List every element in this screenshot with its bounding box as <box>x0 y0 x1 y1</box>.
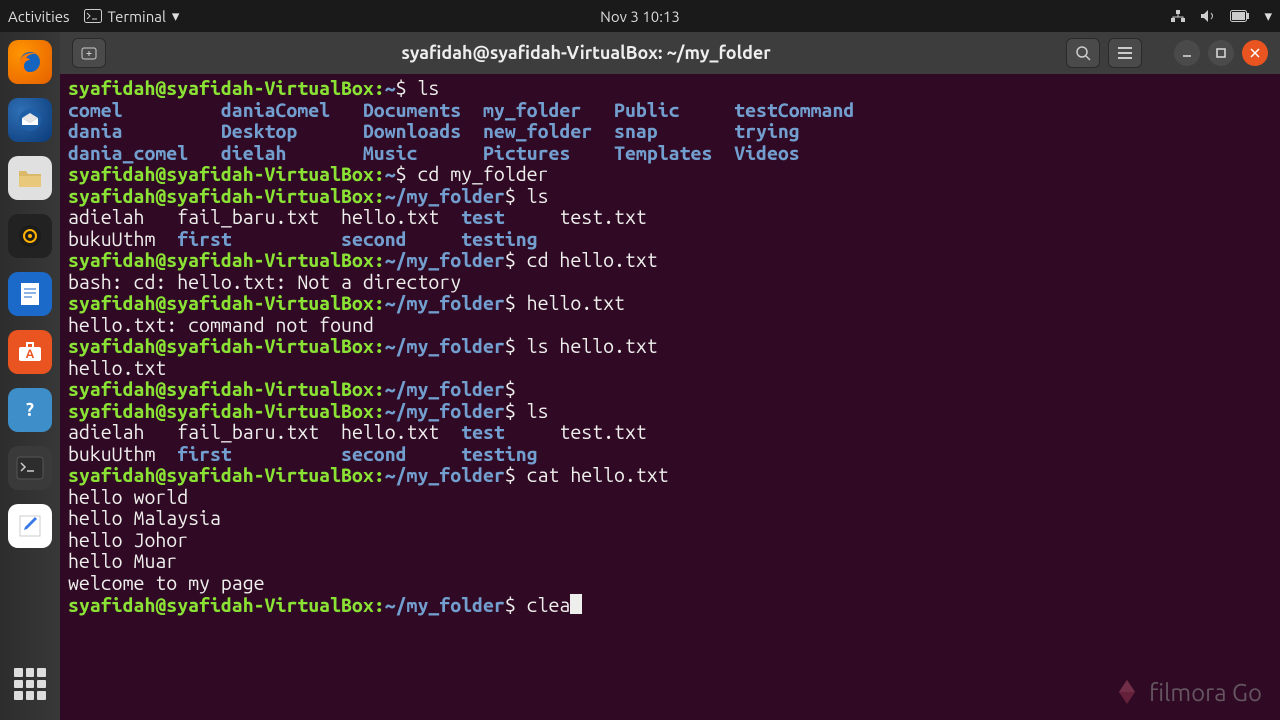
activities-button[interactable]: Activities <box>8 8 70 25</box>
show-applications-icon[interactable] <box>8 662 52 706</box>
search-icon <box>1075 45 1091 61</box>
app-menu[interactable]: Terminal ▾ <box>84 7 180 25</box>
app-menu-label: Terminal <box>108 8 166 25</box>
dock: A ? <box>0 32 60 720</box>
terminal-app-icon[interactable] <box>8 446 52 490</box>
clock[interactable]: Nov 3 10:13 <box>600 8 680 25</box>
maximize-button[interactable] <box>1208 40 1234 66</box>
ubuntu-software-icon[interactable]: A <box>8 330 52 374</box>
chevron-down-icon[interactable]: ▾ <box>1264 7 1272 25</box>
volume-icon[interactable] <box>1200 9 1216 23</box>
svg-text:A: A <box>26 348 35 361</box>
terminal-icon <box>84 9 102 23</box>
rhythmbox-icon[interactable] <box>8 214 52 258</box>
gnome-topbar: Activities Terminal ▾ Nov 3 10:13 ▾ <box>0 0 1280 32</box>
minimize-button[interactable] <box>1174 40 1200 66</box>
network-icon[interactable] <box>1170 9 1186 23</box>
window-titlebar: syafidah@syafidah-VirtualBox: ~/my_folde… <box>60 32 1280 74</box>
new-tab-button[interactable] <box>72 38 106 68</box>
new-tab-icon <box>80 45 98 61</box>
hamburger-icon <box>1117 46 1133 60</box>
chevron-down-icon: ▾ <box>172 7 180 25</box>
thunderbird-icon[interactable] <box>8 98 52 142</box>
text-editor-icon[interactable] <box>8 504 52 548</box>
battery-icon[interactable] <box>1230 10 1250 22</box>
close-button[interactable] <box>1242 40 1268 66</box>
search-button[interactable] <box>1066 38 1100 68</box>
terminal-window: syafidah@syafidah-VirtualBox: ~/my_folde… <box>60 32 1280 720</box>
svg-text:?: ? <box>26 400 34 420</box>
terminal-output[interactable]: syafidah@syafidah-VirtualBox:~$ ls comel… <box>60 74 1280 720</box>
filmora-watermark: filmora Go <box>1113 678 1262 706</box>
files-icon[interactable] <box>8 156 52 200</box>
window-title: syafidah@syafidah-VirtualBox: ~/my_folde… <box>114 43 1058 63</box>
help-icon[interactable]: ? <box>8 388 52 432</box>
firefox-icon[interactable] <box>8 40 52 84</box>
libreoffice-writer-icon[interactable] <box>8 272 52 316</box>
filmora-logo-icon <box>1113 678 1141 706</box>
menu-button[interactable] <box>1108 38 1142 68</box>
cursor <box>570 594 582 614</box>
